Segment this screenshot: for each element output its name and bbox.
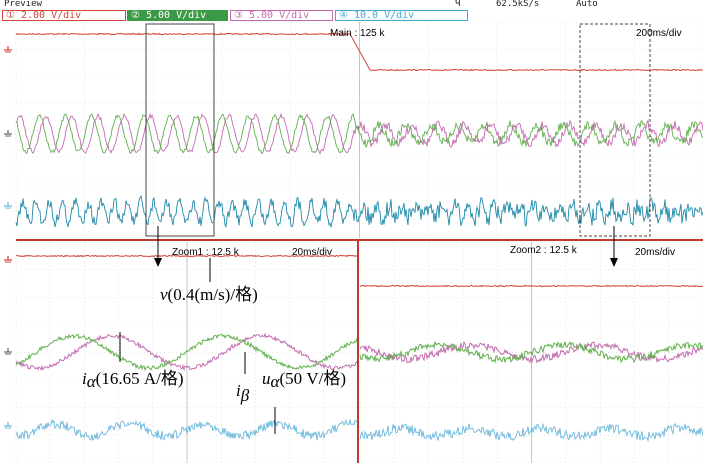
- zoom1-arrow-icon: [154, 226, 162, 267]
- ialpha-annotation: iα(16.65 A/格): [82, 369, 184, 391]
- channel-1-badge[interactable]: ① 2.00 V/div: [2, 10, 126, 21]
- zoom1-ch4-marker-icon: [4, 422, 12, 429]
- trigger-mode[interactable]: Auto: [576, 0, 598, 9]
- zoom1-ch2-marker-icon: [4, 348, 12, 355]
- oscilloscope-display: Main : 125 k 200ms/div Zoom1 : 12.5 k 20…: [4, 22, 703, 463]
- channel-1-scale: 2.00 V/div: [21, 10, 82, 21]
- status-bar: Preview Ч 62.5kS/s Auto: [0, 0, 703, 9]
- channel-bar: ① 2.00 V/div ② 5.00 V/div ③ 5.00 V/div ④…: [0, 9, 703, 22]
- main-label: Main : 125 k: [330, 28, 385, 39]
- trigger-marker: Ч: [455, 0, 461, 9]
- main-timebase: 200ms/div: [636, 28, 682, 39]
- ch1-ground-marker-icon: [4, 46, 12, 53]
- graticule: [15, 22, 703, 463]
- channel-4-scale: 10.0 V/div: [354, 10, 415, 21]
- zoom2-timebase: 20ms/div: [635, 247, 675, 258]
- speed-annotation: v(0.4(m/s)/格): [160, 285, 258, 304]
- zoom2-window[interactable]: [579, 23, 651, 237]
- zoom2-arrow-icon: [610, 226, 618, 267]
- zoom1-timebase: 20ms/div: [292, 247, 332, 258]
- zoom1-ch1-marker-icon: [4, 256, 12, 263]
- channel-2-scale: 5.00 V/div: [146, 10, 207, 21]
- ch2-ground-marker-icon: [4, 130, 12, 137]
- zoom1-label: Zoom1 : 12.5 k: [172, 247, 240, 258]
- channel-3-scale: 5.00 V/div: [249, 10, 310, 21]
- zoom1-voltage-trace: [15, 418, 358, 441]
- zoom1-ibeta-trace: [15, 333, 358, 371]
- ualpha-annotation: uα(50 V/格): [262, 369, 346, 391]
- sample-rate: 62.5kS/s: [496, 0, 540, 9]
- ibeta-annotation: iβ: [236, 381, 250, 405]
- ch4-ground-marker-icon: [4, 202, 12, 209]
- channel-3-badge[interactable]: ③ 5.00 V/div: [230, 10, 333, 21]
- channel-4-badge[interactable]: ④ 10.0 V/div: [335, 10, 468, 21]
- channel-2-badge[interactable]: ② 5.00 V/div: [127, 10, 228, 21]
- channel-markers: [4, 46, 12, 429]
- zoom1-graticule: [15, 241, 359, 463]
- mode-label[interactable]: Preview: [4, 0, 42, 9]
- zoom2-label: Zoom2 : 12.5 k: [510, 245, 578, 256]
